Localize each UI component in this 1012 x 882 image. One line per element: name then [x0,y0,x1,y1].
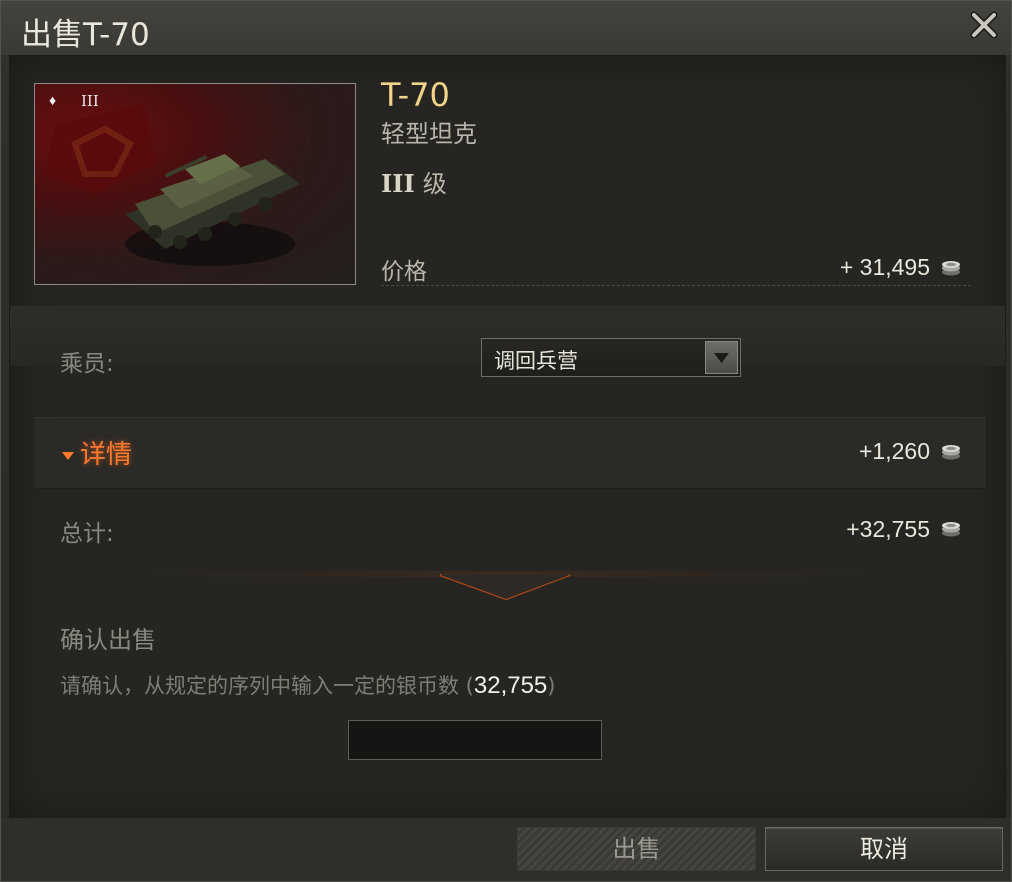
silver-coin-icon [942,445,960,460]
faction-emblem [45,104,300,266]
dialog-title: 出售T-70 [21,17,150,53]
crew-dropdown-value: 调回兵营 [494,349,578,373]
details-value: +1,260 [859,438,930,464]
vehicle-tier: III 级 [381,164,447,199]
tank-image [125,154,300,266]
silver-coin-icon [942,522,960,537]
price-label: 价格 [381,259,427,285]
crew-label: 乘员: [60,351,114,377]
title-bar: 出售T-70 [1,1,1011,55]
price-divider [381,285,971,286]
rank-diamond-icon: ♦ [49,92,57,108]
confirm-amount-input[interactable] [348,720,602,760]
tier-suffix: 级 [422,170,447,198]
dialog-content: ♦ III T-70 轻型坦克 III 级 价格 + 31,495 乘员: 调回兵… [9,55,1006,819]
vehicle-type: 轻型坦克 [381,120,477,148]
total-value: +32,755 [846,516,930,542]
sell-vehicle-dialog: 出售 T-70 ♦ III T-70 轻型坦克 III 级 价格 + 31,495… [0,0,1012,882]
details-label: 详情 [80,440,133,470]
expand-triangle-icon [62,451,74,460]
chevron-down-icon[interactable] [705,341,738,374]
crew-dropdown[interactable]: 调回兵营 [481,338,741,377]
close-icon [970,11,998,39]
silver-coin-icon [942,261,960,276]
cancel-button[interactable]: 取消 [765,827,1003,871]
close-button[interactable] [965,7,1003,43]
vehicle-name: T-70 [381,76,450,114]
confirm-text: 请确认，从规定的序列中输入一定的银币数 ( [60,674,474,698]
details-toggle[interactable]: 详情 [62,434,132,471]
total-label: 总计: [60,521,114,547]
tier-roman: III [381,169,415,198]
price-value: + 31,495 [839,254,930,280]
confirm-text-end: ) [547,674,556,698]
section-divider [10,571,1005,601]
confirm-instructions: 请确认，从规定的序列中输入一定的银币数 (32,755) [60,670,555,700]
preview-tier-label: III [81,92,99,110]
vehicle-preview: ♦ III [34,83,356,285]
confirm-title: 确认出售 [60,626,156,654]
confirm-number: 32,755 [473,672,548,699]
sell-button[interactable]: 出售 [517,827,756,871]
